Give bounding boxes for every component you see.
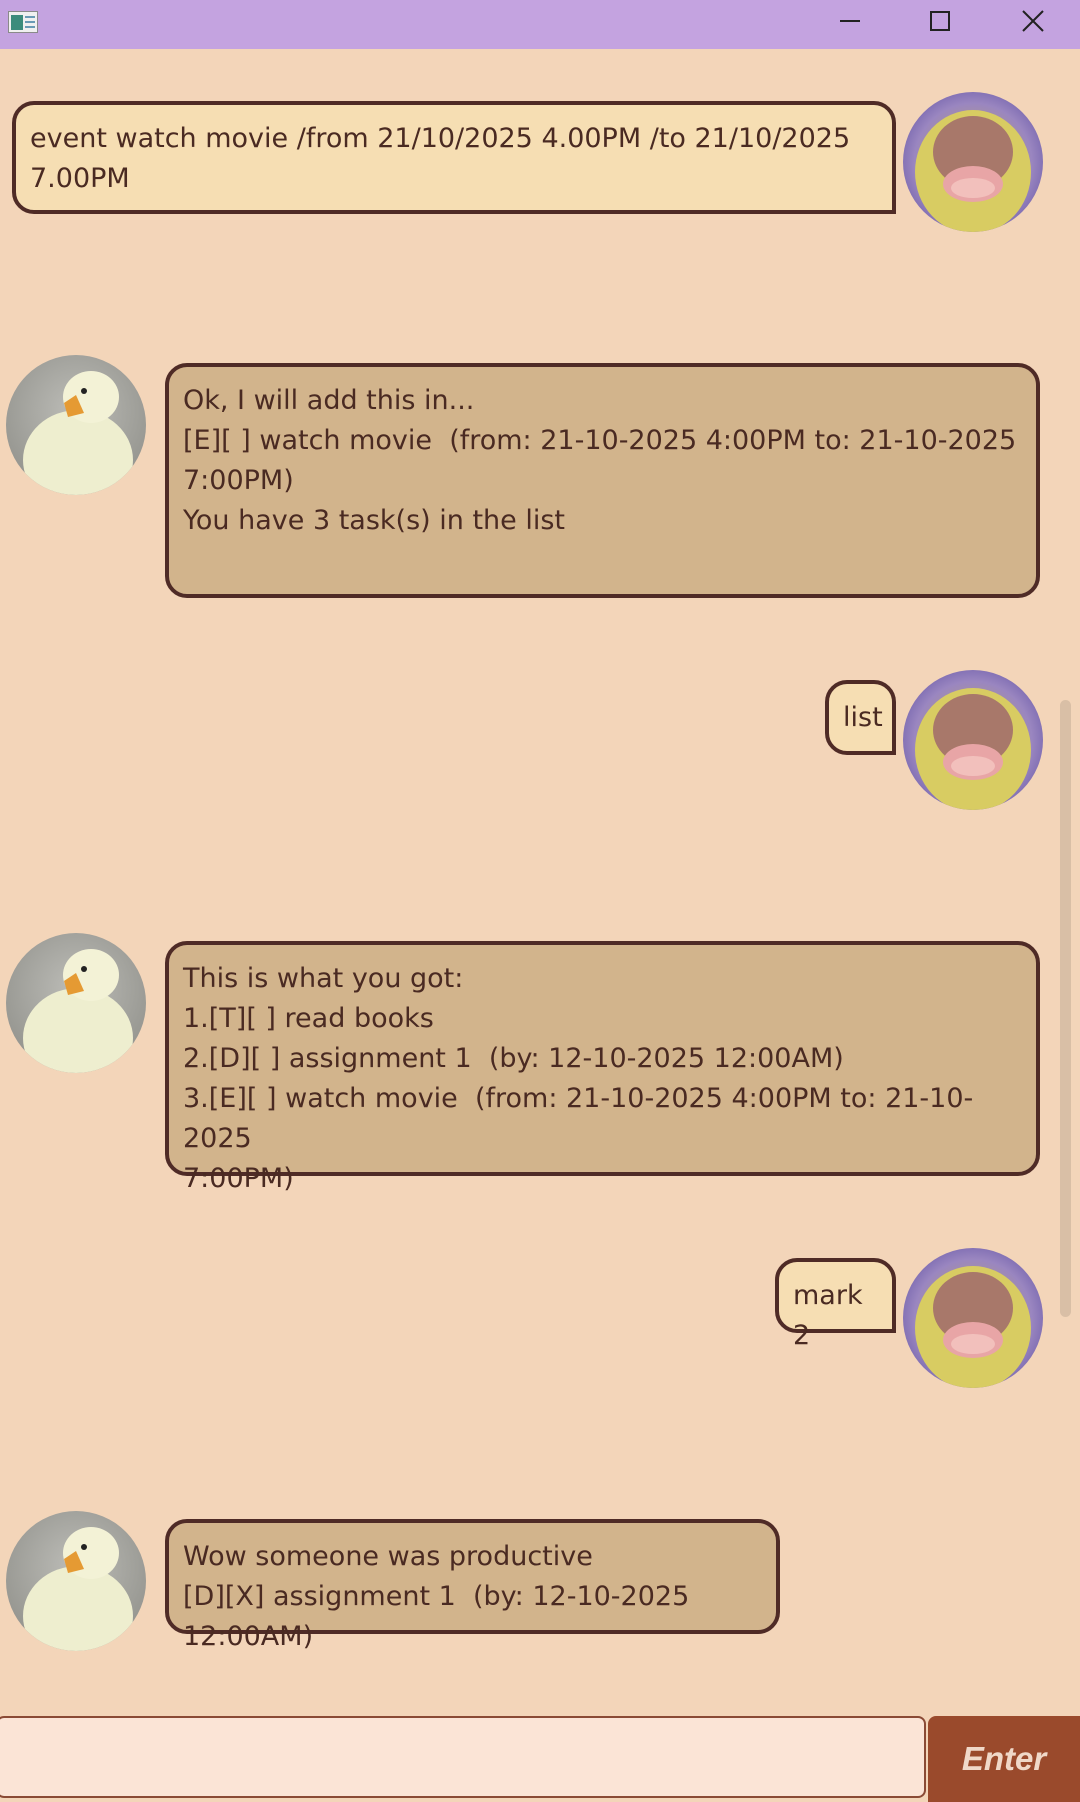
bot-avatar xyxy=(6,355,146,495)
bot-avatar xyxy=(6,933,146,1073)
chat-area[interactable]: event watch movie /from 21/10/2025 4.00P… xyxy=(0,49,1080,1714)
minimize-button[interactable] xyxy=(825,0,875,40)
user-message-bubble: event watch movie /from 21/10/2025 4.00P… xyxy=(12,101,896,214)
user-avatar xyxy=(903,670,1043,810)
title-bar xyxy=(0,0,1080,49)
user-message-bubble: list xyxy=(825,680,896,755)
maximize-icon xyxy=(930,11,950,31)
bot-avatar xyxy=(6,1511,146,1651)
bot-message-bubble: Ok, I will add this in... [E][ ] watch m… xyxy=(165,363,1040,598)
user-avatar xyxy=(903,92,1043,232)
enter-button[interactable]: Enter xyxy=(928,1716,1080,1802)
bot-message-bubble: This is what you got: 1.[T][ ] read book… xyxy=(165,941,1040,1194)
close-button[interactable] xyxy=(1008,0,1058,40)
minimize-icon xyxy=(840,20,860,22)
app-icon xyxy=(8,11,38,33)
bot-message-bubble: Wow someone was productive [D][X] assign… xyxy=(165,1519,780,1652)
command-input[interactable] xyxy=(0,1716,926,1798)
user-avatar xyxy=(903,1248,1043,1388)
close-icon xyxy=(1022,10,1044,32)
scrollbar[interactable] xyxy=(1060,700,1071,1317)
user-message-bubble: mark 2 xyxy=(775,1258,896,1351)
maximize-button[interactable] xyxy=(915,0,965,40)
